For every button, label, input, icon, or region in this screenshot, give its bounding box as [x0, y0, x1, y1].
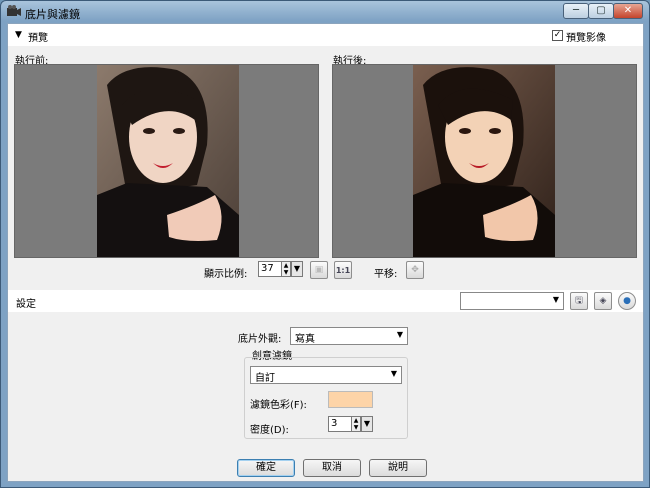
title-bar[interactable]: 底片與濾鏡 ─ ▢ ✕: [1, 1, 649, 23]
film-look-label: 底片外觀:: [238, 334, 282, 345]
maximize-button[interactable]: ▢: [588, 3, 614, 19]
preview-image-checkbox[interactable]: ✓: [552, 30, 563, 41]
filter-preset-select[interactable]: 自訂 ▼: [250, 366, 402, 384]
preview-section-header[interactable]: ▼ 預覽 ✓ 預覽影像: [8, 24, 643, 46]
chevron-down-icon: ▼: [390, 369, 397, 378]
collapse-arrow-icon[interactable]: ▼: [15, 30, 22, 40]
preview-header-label: 預覽: [28, 33, 48, 44]
film-look-select[interactable]: 寫真 ▼: [290, 327, 408, 345]
preview-image-label: 預覽影像: [566, 33, 606, 44]
filter-color-label: 濾鏡色彩(F):: [250, 400, 307, 411]
minimize-button[interactable]: ─: [563, 3, 589, 19]
chevron-down-icon: ▼: [396, 330, 403, 339]
density-dropdown-button[interactable]: ▼: [361, 416, 373, 432]
move-icon: ✥: [411, 265, 419, 275]
settings-header-label: 設定: [16, 299, 36, 310]
zoom-dropdown-button[interactable]: ▼: [291, 261, 303, 277]
chevron-down-icon: ▼: [552, 295, 559, 304]
zoom-spinner[interactable]: ▲ ▼: [281, 261, 291, 277]
fit-window-icon: ▣: [314, 265, 324, 275]
zoom-label: 顯示比例:: [204, 269, 248, 280]
cancel-button[interactable]: 取消: [303, 459, 361, 477]
pan-button[interactable]: ✥: [406, 261, 424, 279]
settings-section-header: 設定 ▼ 🖫 ◈ ●: [8, 290, 643, 312]
manage-presets-button[interactable]: ◈: [594, 292, 612, 310]
actual-size-icon: 1:1: [335, 265, 351, 275]
menu-arrow-icon: ●: [623, 296, 631, 306]
density-label: 密度(D):: [250, 425, 289, 436]
density-input[interactable]: 3: [328, 416, 352, 432]
filter-preset-value: 自訂: [255, 373, 275, 384]
zoom-input[interactable]: 37: [258, 261, 282, 277]
after-preview-pane[interactable]: [332, 64, 637, 258]
save-disk-icon: 🖫: [575, 296, 583, 306]
ok-button[interactable]: 確定: [237, 459, 295, 477]
dialog-window: 底片與濾鏡 ─ ▢ ✕ ▼ 預覽 ✓ 預覽影像 執行前: 執行後: 顯示比例: …: [0, 0, 650, 488]
help-button[interactable]: 說明: [369, 459, 427, 477]
filter-color-swatch[interactable]: [328, 391, 373, 408]
dialog-body: ▼ 預覽 ✓ 預覽影像 執行前: 執行後: 顯示比例: 37 ▲ ▼ ▼ ▣ 1…: [7, 23, 644, 482]
maximize-icon: ▢: [596, 5, 606, 16]
before-preview-pane[interactable]: [14, 64, 319, 258]
after-photo: [413, 65, 555, 257]
window-title: 底片與濾鏡: [25, 8, 80, 21]
before-photo: [97, 65, 239, 257]
save-preset-button[interactable]: 🖫: [570, 292, 588, 310]
preset-cube-icon: ◈: [599, 296, 607, 306]
pan-label: 平移:: [374, 269, 398, 280]
minimize-icon: ─: [572, 5, 580, 16]
close-icon: ✕: [623, 5, 633, 16]
density-spinner[interactable]: ▲ ▼: [351, 416, 361, 432]
close-button[interactable]: ✕: [613, 3, 643, 19]
checkmark-icon: ✓: [553, 30, 562, 40]
actual-size-button[interactable]: 1:1: [334, 261, 352, 279]
options-menu-button[interactable]: ●: [618, 292, 636, 310]
preset-select[interactable]: ▼: [460, 292, 564, 310]
film-look-value: 寫真: [295, 334, 315, 345]
film-camera-icon: [7, 5, 21, 16]
fit-to-window-button[interactable]: ▣: [310, 261, 328, 279]
